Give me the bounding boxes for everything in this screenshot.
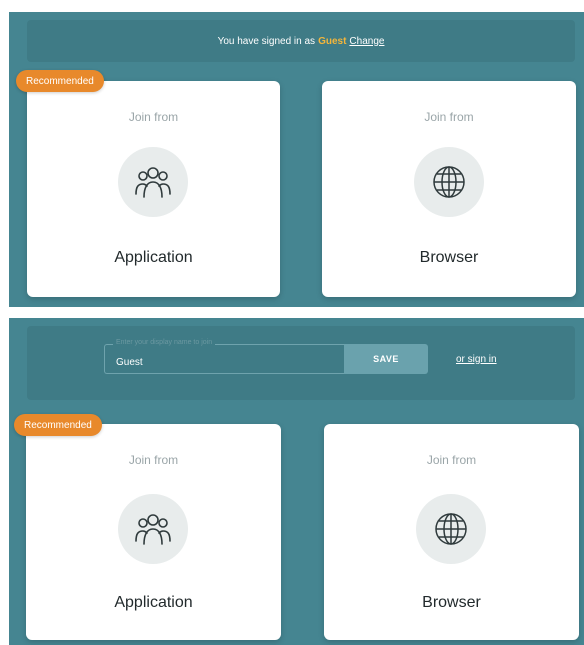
sign-in-link[interactable]: or sign in [456,344,497,374]
join-panel-signed-in: You have signed in as Guest Change Join … [9,12,584,307]
browser-title: Browser [422,594,481,611]
recommended-badge: Recommended [14,414,102,436]
people-group-icon [118,494,188,564]
browser-title: Browser [419,249,479,266]
signed-in-banner: You have signed in as Guest Change [27,20,575,62]
join-application-card[interactable]: Join from Application [27,81,280,297]
join-browser-card[interactable]: Join from Browser [324,424,579,640]
join-panel-guest-name: Enter your display name to join SAVE or … [9,318,584,645]
join-application-card[interactable]: Join from Application [26,424,281,640]
join-from-label: Join from [424,110,474,124]
change-user-link[interactable]: Change [349,36,384,47]
display-name-form: Enter your display name to join SAVE or … [27,326,575,400]
join-from-label: Join from [128,110,179,124]
globe-icon [414,147,484,217]
display-name-input[interactable] [105,345,344,373]
join-from-label: Join from [426,453,477,467]
recommended-badge: Recommended [16,70,104,92]
signed-in-text: You have signed in as [217,35,316,47]
join-browser-card[interactable]: Join from Browser [322,81,576,297]
display-name-field[interactable]: Enter your display name to join [104,339,344,374]
signed-in-user: Guest [318,35,347,47]
people-group-icon [118,147,188,217]
application-title: Application [114,249,193,266]
join-from-label: Join from [128,453,179,467]
globe-icon [416,494,486,564]
application-title: Application [114,594,193,611]
save-button[interactable]: SAVE [344,344,428,374]
